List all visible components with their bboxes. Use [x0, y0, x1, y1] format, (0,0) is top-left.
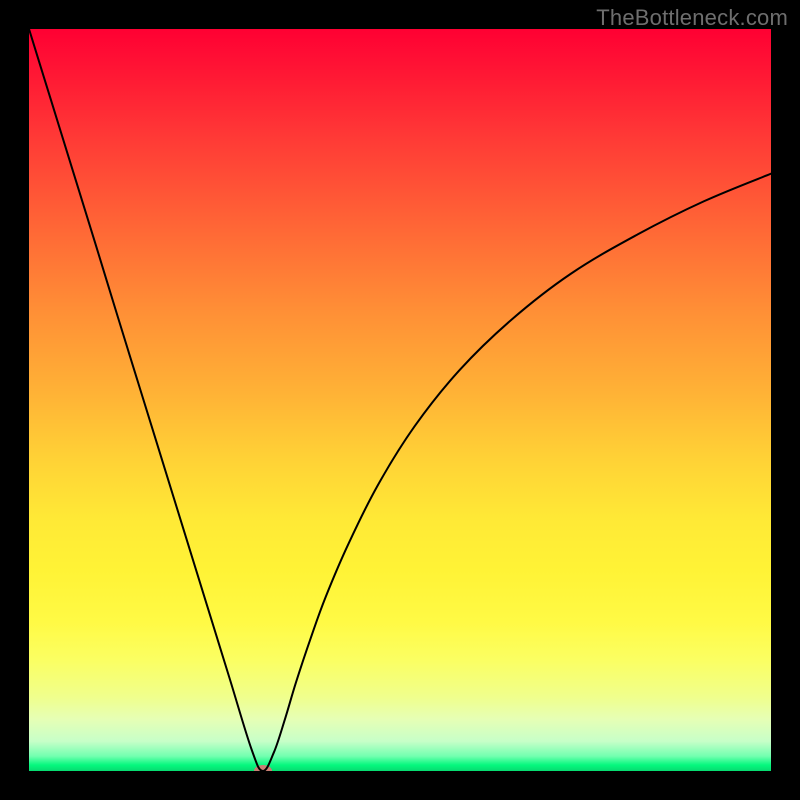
chart-frame: TheBottleneck.com [0, 0, 800, 800]
watermark-text: TheBottleneck.com [596, 5, 788, 31]
bottleneck-curve [29, 29, 771, 771]
plot-area [29, 29, 771, 771]
